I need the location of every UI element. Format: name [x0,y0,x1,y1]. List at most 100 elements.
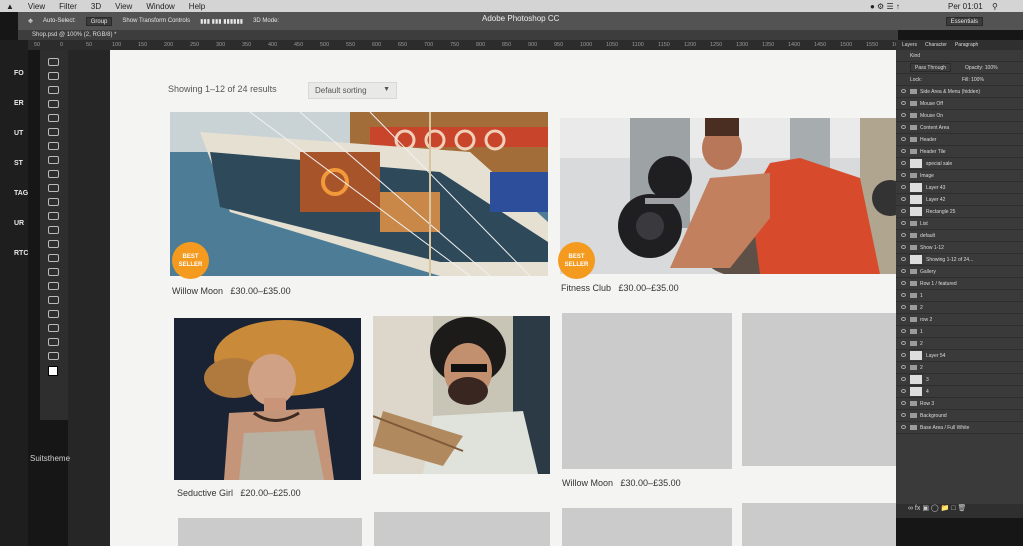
layer-row[interactable]: Side Area & Menu (hidden) [896,86,1023,98]
layer-row[interactable]: Layer 42 [896,194,1023,206]
product-image-willow-moon[interactable] [170,112,548,276]
document-tab[interactable]: Shop.psd @ 100% (2, RGB/8) * [18,30,898,40]
eye-icon[interactable] [901,281,906,285]
eye-icon[interactable] [901,161,906,165]
product-title-seductive-girl[interactable]: Seductive Girl £20.00–£25.00 [177,488,301,498]
eye-icon[interactable] [901,149,906,153]
foreground-color-swatch[interactable] [48,366,58,376]
layer-row[interactable]: 1 [896,326,1023,338]
tool-icon[interactable] [48,296,59,304]
eye-icon[interactable] [901,233,906,237]
layer-row[interactable]: row 2 [896,314,1023,326]
tool-icon[interactable] [48,72,59,80]
tool-icon[interactable] [48,240,59,248]
layer-row[interactable]: Base Area / Full White [896,422,1023,434]
menu-item-3d[interactable]: 3D [91,2,101,11]
layer-row[interactable]: Layer 54 [896,350,1023,362]
layer-row[interactable]: 2 [896,338,1023,350]
tool-icon[interactable] [48,184,59,192]
tab-paragraph[interactable]: Paragraph [955,42,978,48]
eye-icon[interactable] [901,329,906,333]
show-transform-checkbox[interactable]: Show Transform Controls [122,18,190,24]
placeholder-tile[interactable] [562,313,732,469]
tool-icon[interactable] [48,170,59,178]
layer-row[interactable]: 3 [896,374,1023,386]
layer-row[interactable]: special sale [896,158,1023,170]
eye-icon[interactable] [901,185,906,189]
layer-row[interactable]: Showing 1-12 of 24... [896,254,1023,266]
eye-icon[interactable] [901,257,906,261]
fill-field[interactable]: Fill: 100% [962,77,984,83]
layer-filter-row[interactable]: Kind [896,50,1023,62]
blend-mode-select[interactable]: Pass Through [910,63,952,72]
eye-icon[interactable] [901,365,906,369]
layer-row[interactable]: Background [896,410,1023,422]
menu-item-view2[interactable]: View [115,2,132,11]
eye-icon[interactable] [901,209,906,213]
layer-row[interactable]: 2 [896,302,1023,314]
eye-icon[interactable] [901,293,906,297]
menu-item-view[interactable]: View [28,2,45,11]
tool-icon[interactable] [48,128,59,136]
tool-icon[interactable] [48,324,59,332]
eye-icon[interactable] [901,413,906,417]
eye-icon[interactable] [901,377,906,381]
placeholder-tile[interactable] [742,503,896,546]
eye-icon[interactable] [901,401,906,405]
placeholder-tile[interactable] [562,508,732,546]
layer-row[interactable]: Layer 43 [896,182,1023,194]
eye-icon[interactable] [901,269,906,273]
eye-icon[interactable] [901,245,906,249]
layer-row[interactable]: 2 [896,362,1023,374]
tool-icon[interactable] [48,58,59,66]
essentials-select[interactable]: Essentials [945,16,983,26]
layer-row[interactable]: default [896,230,1023,242]
tool-icon[interactable] [48,212,59,220]
placeholder-tile[interactable] [742,313,896,466]
tool-icon[interactable] [48,100,59,108]
eye-icon[interactable] [901,221,906,225]
tool-icon[interactable] [48,226,59,234]
move-tool-icon[interactable]: ✥ [28,18,33,25]
tool-icon[interactable] [48,198,59,206]
apple-icon[interactable]: ▲ [6,2,14,11]
eye-icon[interactable] [901,101,906,105]
eye-icon[interactable] [901,341,906,345]
tool-icon[interactable] [48,156,59,164]
eye-icon[interactable] [901,173,906,177]
layer-row[interactable]: Mouse On [896,110,1023,122]
sorting-select[interactable]: Default sorting ▼ [308,82,397,99]
align-icons[interactable]: ▮▮▮ ▮▮▮ ▮▮▮▮▮▮ [200,18,243,25]
panel-footer-icons[interactable]: ∞ fx ▣ ◯ 📁 □ 🗑 [896,504,1023,518]
layer-row[interactable]: 1 [896,290,1023,302]
layer-row[interactable]: Show 1-12 [896,242,1023,254]
layer-row[interactable]: Image [896,170,1023,182]
menu-item-window[interactable]: Window [146,2,174,11]
tab-layers[interactable]: Layers [902,42,917,48]
layer-row[interactable]: Row 1 / featured [896,278,1023,290]
layer-row[interactable]: Gallery [896,266,1023,278]
eye-icon[interactable] [901,113,906,117]
layer-row[interactable]: 4 [896,386,1023,398]
eye-icon[interactable] [901,197,906,201]
layer-row[interactable]: Mouse Off [896,98,1023,110]
eye-icon[interactable] [901,425,906,429]
kind-filter[interactable]: Kind [910,53,920,59]
placeholder-tile[interactable] [178,518,362,546]
product-title-willow-moon[interactable]: Willow Moon £30.00–£35.00 [172,286,291,296]
tool-icon[interactable] [48,86,59,94]
tool-icon[interactable] [48,352,59,360]
eye-icon[interactable] [901,137,906,141]
menu-item-help[interactable]: Help [189,2,205,11]
eye-icon[interactable] [901,389,906,393]
layer-row[interactable]: List [896,218,1023,230]
opacity-field[interactable]: Opacity: 100% [965,65,998,71]
layer-row[interactable]: Row 3 [896,398,1023,410]
menu-item-filter[interactable]: Filter [59,2,77,11]
group-select[interactable]: Group [85,16,113,26]
tool-icon[interactable] [48,282,59,290]
tool-icon[interactable] [48,254,59,262]
tool-icon[interactable] [48,142,59,150]
layer-row[interactable]: Header Tile [896,146,1023,158]
product-title-fitness-club[interactable]: Fitness Club £30.00–£35.00 [561,283,679,293]
